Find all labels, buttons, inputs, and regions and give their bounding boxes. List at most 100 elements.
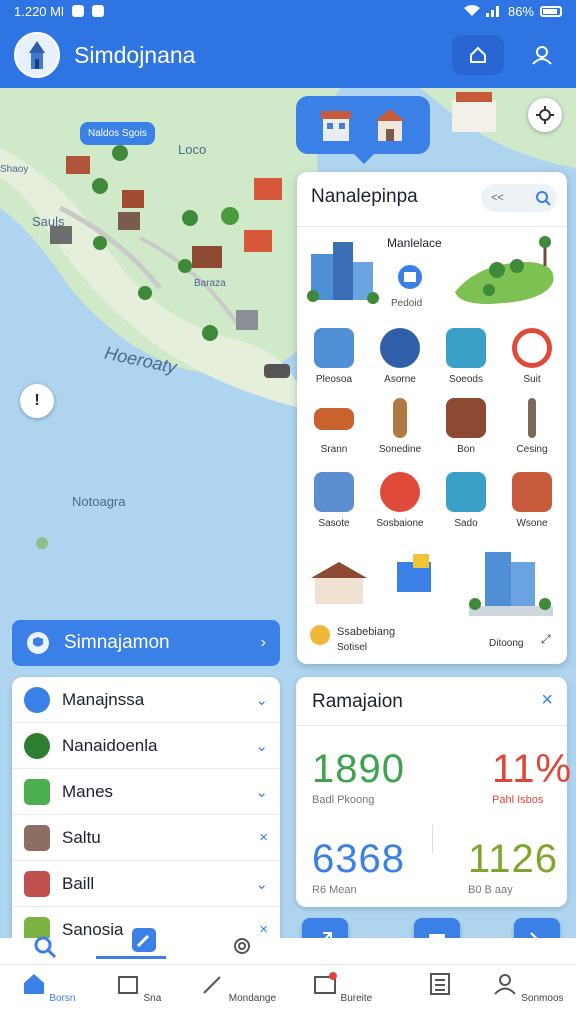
panel-search-input[interactable]: << [481, 192, 529, 204]
places-panel: Nanalepinpa << Manlelace Pedoid Pleosoa … [297, 172, 567, 664]
divider [297, 226, 567, 227]
stat-label: R6 Mean [312, 884, 357, 896]
nav-item-list[interactable] [392, 971, 488, 1004]
profile-icon [532, 46, 552, 65]
category-list: Manajnssa ⌄ Nanaidoenla ⌄ Manes ⌄ Saltu … [12, 677, 280, 947]
grid-item-label: Bon [457, 444, 475, 455]
chevron-right-icon: › [260, 634, 266, 651]
grid-item[interactable]: Cesing [499, 398, 565, 455]
app-bar: Simdojnana [0, 22, 576, 88]
grid-item-label: Sonedine [378, 444, 422, 455]
signal-icon [485, 6, 499, 17]
grid-item[interactable]: Suit [499, 328, 565, 385]
stat-label: Pahl Isbos [492, 794, 544, 806]
grid-item[interactable]: Sonedine [367, 398, 433, 455]
expand-icon[interactable]: ⤢ [541, 632, 551, 647]
info-icon: ! [34, 392, 40, 409]
bottom-title: Ssabebiang [337, 626, 396, 638]
kiosk-icon [397, 554, 431, 592]
nav-item-label: Sna [143, 993, 162, 1004]
list-item[interactable]: Baill ⌄ [12, 861, 280, 907]
crosshair-icon [536, 106, 554, 124]
nav-item-messages[interactable]: Bureite [294, 971, 390, 1004]
grid-item[interactable]: Soeods [433, 328, 499, 385]
search-icon[interactable] [32, 934, 58, 960]
grid-item-label: Sado [454, 518, 478, 529]
badge-icon [310, 625, 330, 645]
featured-place[interactable]: Manlelace Pedoid [305, 232, 559, 316]
nav-item-edit[interactable]: Mondange [190, 971, 286, 1004]
nav-item-profile[interactable]: Sonmoos [480, 971, 576, 1004]
grid-item-label: Wsone [516, 518, 548, 529]
villa-icon [311, 562, 367, 604]
close-button[interactable]: × [541, 689, 553, 712]
list-item-label: Manes [62, 781, 114, 801]
stat-value: 6368 [312, 837, 405, 881]
map-pin-callout[interactable]: Naldos Sgois [80, 122, 155, 145]
list-item[interactable]: Nanaidoenla ⌄ [12, 723, 280, 769]
nav-item-box[interactable]: Sna [90, 971, 186, 1004]
grid-item[interactable]: Srann [301, 398, 367, 455]
map-label: Sauls [32, 214, 65, 229]
map-info-button[interactable]: ! [20, 384, 54, 418]
list-item-label: Baill [62, 873, 95, 893]
list-item-label: Manajnssa [62, 689, 145, 709]
panel-search[interactable]: << [481, 184, 557, 212]
list-item[interactable]: Saltu × [12, 815, 280, 861]
home-button[interactable] [452, 35, 504, 75]
featured-sub: Pedoid [391, 298, 423, 309]
grid-item-label: Sasote [318, 518, 350, 529]
app-title: Simdojnana [74, 41, 196, 68]
grid-item[interactable]: Pleosoa [301, 328, 367, 385]
list-item[interactable]: Manes ⌄ [12, 769, 280, 815]
list-item-label: Saltu [62, 827, 101, 847]
map-popup-bubble[interactable] [296, 96, 430, 164]
bottom-nav: Borsn Sna Mondange Bureite Sonmoos [0, 964, 576, 1024]
gear-icon[interactable] [230, 934, 254, 958]
home-icon [23, 974, 44, 994]
stat-item: 11% Pahl Isbos [492, 747, 572, 806]
stat-item: 6368 R6 Mean [312, 837, 405, 896]
list-icon [430, 973, 450, 995]
stats-card: Ramajaion × 1890 Badl Pkoong 11% Pahl Is… [296, 677, 571, 907]
office-icon [446, 472, 486, 512]
lamp-post-icon [528, 398, 536, 438]
chevron-down-icon: ⌄ [255, 783, 268, 801]
house-icon [375, 109, 405, 141]
close-icon: × [259, 829, 268, 846]
notification-icon-2 [91, 5, 104, 17]
list-item[interactable]: Manajnssa ⌄ [12, 677, 280, 723]
profile-button[interactable] [522, 35, 562, 75]
grid-item-label: Cesing [516, 444, 548, 455]
list-item-icon [24, 732, 50, 759]
stat-item: 1126 B0 B aay [468, 837, 558, 896]
home-outline-icon [470, 46, 486, 63]
notification-icon [71, 5, 84, 17]
grid-item[interactable]: Wsone [499, 472, 565, 529]
map-label: Shaoy [0, 164, 29, 175]
edit-icon[interactable] [130, 926, 158, 954]
grid-item[interactable]: Asorne [367, 328, 433, 385]
grid-item[interactable]: Sosbaione [367, 472, 433, 529]
stats-title: Ramajaion [312, 691, 403, 712]
section-label: Simnajamon [64, 632, 170, 653]
divider [296, 725, 567, 726]
message-icon [313, 972, 337, 994]
dome-building-icon [314, 328, 354, 368]
chevron-down-icon: ⌄ [255, 691, 268, 709]
house-icon [446, 398, 486, 438]
map-locate-button[interactable] [528, 98, 562, 132]
divider [432, 825, 433, 853]
nav-item-home[interactable]: Borsn [0, 971, 96, 1004]
grid-item[interactable]: Sasote [301, 472, 367, 529]
search-button[interactable] [529, 184, 557, 212]
list-item-label: Nanaidoenla [62, 735, 158, 755]
section-button[interactable]: Simnajamon › [12, 620, 280, 666]
active-tab-indicator [96, 956, 166, 959]
stat-value: 1126 [468, 837, 559, 881]
nav-item-label: Sonmoos [521, 993, 564, 1004]
sub-nav [0, 928, 576, 964]
grid-item[interactable]: Sado [433, 472, 499, 529]
close-icon: × [259, 921, 268, 938]
grid-item[interactable]: Bon [433, 398, 499, 455]
